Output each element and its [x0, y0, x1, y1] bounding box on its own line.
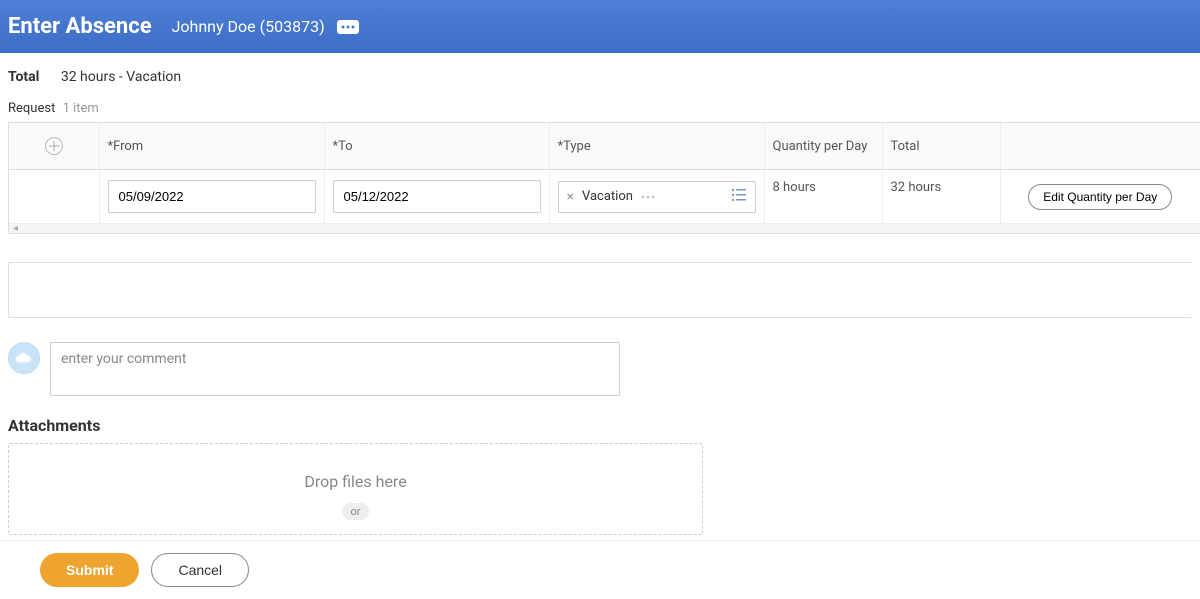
col-header-to: *To — [324, 123, 549, 170]
more-icon — [340, 23, 356, 31]
summary-row: Total 32 hours - Vacation — [0, 53, 1200, 97]
to-date-input[interactable] — [333, 180, 541, 213]
type-value: Vacation — [582, 189, 633, 204]
or-badge: or — [342, 503, 368, 520]
type-more-icon[interactable] — [641, 195, 657, 199]
col-header-actions — [1000, 123, 1200, 170]
summary-label: Total — [8, 69, 39, 85]
footer-bar: Submit Cancel — [0, 540, 1200, 599]
type-prompt-icon[interactable] — [731, 188, 747, 206]
comment-input[interactable] — [50, 342, 620, 396]
col-header-type: *Type — [549, 123, 764, 170]
edit-qpd-button[interactable]: Edit Quantity per Day — [1028, 184, 1172, 210]
summary-value: 32 hours - Vacation — [61, 69, 181, 85]
attachments-title: Attachments — [8, 416, 1192, 435]
qpd-value: 8 hours — [764, 170, 882, 224]
comment-row — [8, 342, 1192, 396]
cancel-button[interactable]: Cancel — [151, 553, 249, 587]
request-count: 1 item — [63, 101, 99, 116]
request-label: Request — [8, 101, 55, 116]
details-panel — [8, 262, 1192, 318]
type-select[interactable]: × Vacation — [558, 181, 756, 213]
avatar — [8, 342, 40, 374]
plus-icon — [49, 141, 59, 151]
attachments-dropzone[interactable]: Drop files here or — [8, 443, 703, 535]
related-actions-button[interactable] — [337, 20, 359, 34]
col-header-from: *From — [99, 123, 324, 170]
total-value: 32 hours — [882, 170, 1000, 224]
submit-button[interactable]: Submit — [40, 553, 139, 587]
scroll-left-icon[interactable]: ◂ — [13, 223, 18, 234]
col-header-total: Total — [882, 123, 1000, 170]
request-meta: Request 1 item — [0, 97, 1200, 122]
header-bar: Enter Absence Johnny Doe (503873) — [0, 0, 1200, 53]
col-header-qpd: Quantity per Day — [764, 123, 882, 170]
page-title: Enter Absence — [8, 14, 152, 39]
clear-type-icon[interactable]: × — [567, 189, 574, 205]
add-row-button[interactable] — [45, 137, 63, 155]
from-date-input[interactable] — [108, 180, 316, 213]
drop-text: Drop files here — [9, 472, 702, 491]
request-table: *From *To *Type Quantity per Day Total ×… — [8, 122, 1200, 234]
cloud-icon — [15, 352, 33, 364]
table-horizontal-scroll[interactable]: ◂ — [9, 223, 1200, 233]
employee-name: Johnny Doe (503873) — [172, 17, 325, 36]
table-row: × Vacation — [9, 170, 1200, 224]
